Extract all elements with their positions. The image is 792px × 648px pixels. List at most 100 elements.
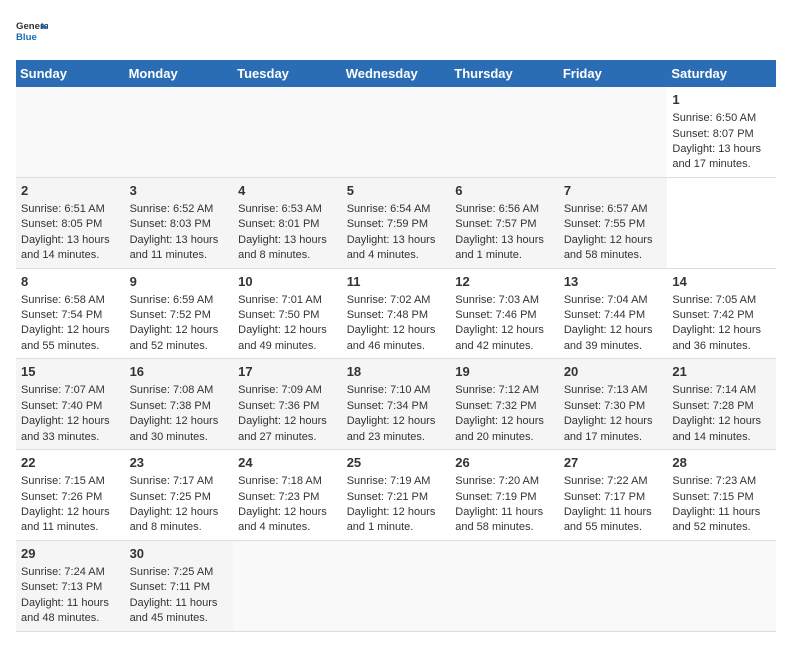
daylight-text: Daylight: 12 hours and 20 minutes. (455, 415, 544, 442)
calendar-cell: 24Sunrise: 7:18 AMSunset: 7:23 PMDayligh… (233, 450, 342, 541)
col-header-thursday: Thursday (450, 60, 559, 87)
calendar-cell: 7Sunrise: 6:57 AMSunset: 7:55 PMDaylight… (559, 177, 668, 268)
sunrise-text: Sunrise: 7:25 AM (130, 566, 214, 578)
col-header-wednesday: Wednesday (342, 60, 451, 87)
daylight-text: Daylight: 11 hours and 48 minutes. (21, 597, 109, 624)
sunset-text: Sunset: 7:23 PM (238, 491, 319, 503)
sunset-text: Sunset: 7:50 PM (238, 309, 319, 321)
sunrise-text: Sunrise: 7:05 AM (672, 294, 756, 306)
sunrise-text: Sunrise: 7:14 AM (672, 384, 756, 396)
sunset-text: Sunset: 7:44 PM (564, 309, 645, 321)
calendar-cell: 2Sunrise: 6:51 AMSunset: 8:05 PMDaylight… (16, 177, 125, 268)
calendar-cell: 3Sunrise: 6:52 AMSunset: 8:03 PMDaylight… (125, 177, 234, 268)
sunrise-text: Sunrise: 7:03 AM (455, 294, 539, 306)
calendar-cell: 27Sunrise: 7:22 AMSunset: 7:17 PMDayligh… (559, 450, 668, 541)
calendar-cell: 4Sunrise: 6:53 AMSunset: 8:01 PMDaylight… (233, 177, 342, 268)
sunset-text: Sunset: 8:05 PM (21, 218, 102, 230)
week-row-5: 22Sunrise: 7:15 AMSunset: 7:26 PMDayligh… (16, 450, 776, 541)
calendar-cell: 19Sunrise: 7:12 AMSunset: 7:32 PMDayligh… (450, 359, 559, 450)
sunrise-text: Sunrise: 7:07 AM (21, 384, 105, 396)
sunrise-text: Sunrise: 6:59 AM (130, 294, 214, 306)
daylight-text: Daylight: 12 hours and 1 minute. (347, 506, 436, 533)
sunrise-text: Sunrise: 7:12 AM (455, 384, 539, 396)
calendar-cell: 23Sunrise: 7:17 AMSunset: 7:25 PMDayligh… (125, 450, 234, 541)
day-number: 13 (564, 273, 663, 291)
daylight-text: Daylight: 12 hours and 8 minutes. (130, 506, 219, 533)
sunset-text: Sunset: 7:55 PM (564, 218, 645, 230)
daylight-text: Daylight: 12 hours and 39 minutes. (564, 324, 653, 351)
calendar-cell: 22Sunrise: 7:15 AMSunset: 7:26 PMDayligh… (16, 450, 125, 541)
svg-text:Blue: Blue (16, 32, 37, 43)
sunrise-text: Sunrise: 7:15 AM (21, 475, 105, 487)
sunset-text: Sunset: 7:40 PM (21, 400, 102, 412)
daylight-text: Daylight: 12 hours and 55 minutes. (21, 324, 110, 351)
day-number: 18 (347, 363, 446, 381)
sunrise-text: Sunrise: 7:19 AM (347, 475, 431, 487)
daylight-text: Daylight: 12 hours and 52 minutes. (130, 324, 219, 351)
sunset-text: Sunset: 7:34 PM (347, 400, 428, 412)
col-header-friday: Friday (559, 60, 668, 87)
calendar-cell: 14Sunrise: 7:05 AMSunset: 7:42 PMDayligh… (667, 268, 776, 359)
day-number: 29 (21, 545, 120, 563)
sunset-text: Sunset: 7:30 PM (564, 400, 645, 412)
calendar-cell (125, 87, 234, 177)
calendar-cell: 1Sunrise: 6:50 AMSunset: 8:07 PMDaylight… (667, 87, 776, 177)
sunrise-text: Sunrise: 6:54 AM (347, 203, 431, 215)
daylight-text: Daylight: 12 hours and 58 minutes. (564, 234, 653, 261)
calendar-cell: 29Sunrise: 7:24 AMSunset: 7:13 PMDayligh… (16, 540, 125, 631)
calendar-cell: 20Sunrise: 7:13 AMSunset: 7:30 PMDayligh… (559, 359, 668, 450)
sunset-text: Sunset: 7:54 PM (21, 309, 102, 321)
day-number: 20 (564, 363, 663, 381)
sunset-text: Sunset: 7:38 PM (130, 400, 211, 412)
sunset-text: Sunset: 7:48 PM (347, 309, 428, 321)
calendar-cell: 26Sunrise: 7:20 AMSunset: 7:19 PMDayligh… (450, 450, 559, 541)
calendar-cell: 30 Sunrise: 7:25 AM Sunset: 7:11 PM Dayligh… (125, 540, 234, 631)
daylight-text: Daylight: 13 hours and 1 minute. (455, 234, 544, 261)
day-number: 28 (672, 454, 771, 472)
calendar-cell: 10Sunrise: 7:01 AMSunset: 7:50 PMDayligh… (233, 268, 342, 359)
day-number: 22 (21, 454, 120, 472)
day-number: 17 (238, 363, 337, 381)
daylight-text: Daylight: 13 hours and 14 minutes. (21, 234, 110, 261)
sunset-text: Sunset: 7:11 PM (130, 581, 211, 593)
day-number: 10 (238, 273, 337, 291)
sunrise-text: Sunrise: 7:10 AM (347, 384, 431, 396)
day-number: 25 (347, 454, 446, 472)
day-number: 1 (672, 91, 771, 109)
day-number: 5 (347, 182, 446, 200)
daylight-text: Daylight: 12 hours and 11 minutes. (21, 506, 110, 533)
calendar-cell: 15Sunrise: 7:07 AMSunset: 7:40 PMDayligh… (16, 359, 125, 450)
col-header-monday: Monday (125, 60, 234, 87)
sunset-text: Sunset: 7:21 PM (347, 491, 428, 503)
sunrise-text: Sunrise: 7:01 AM (238, 294, 322, 306)
sunset-text: Sunset: 7:15 PM (672, 491, 753, 503)
week-row-4: 15Sunrise: 7:07 AMSunset: 7:40 PMDayligh… (16, 359, 776, 450)
calendar-cell (667, 540, 776, 631)
sunset-text: Sunset: 7:52 PM (130, 309, 211, 321)
daylight-text: Daylight: 12 hours and 17 minutes. (564, 415, 653, 442)
sunset-text: Sunset: 7:17 PM (564, 491, 645, 503)
calendar-cell: 12Sunrise: 7:03 AMSunset: 7:46 PMDayligh… (450, 268, 559, 359)
sunrise-text: Sunrise: 6:53 AM (238, 203, 322, 215)
daylight-text: Daylight: 12 hours and 14 minutes. (672, 415, 761, 442)
day-number: 16 (130, 363, 229, 381)
sunrise-text: Sunrise: 6:56 AM (455, 203, 539, 215)
calendar-table: SundayMondayTuesdayWednesdayThursdayFrid… (16, 60, 776, 632)
sunrise-text: Sunrise: 6:58 AM (21, 294, 105, 306)
col-header-tuesday: Tuesday (233, 60, 342, 87)
week-row-3: 8Sunrise: 6:58 AMSunset: 7:54 PMDaylight… (16, 268, 776, 359)
daylight-text: Daylight: 11 hours and 52 minutes. (672, 506, 760, 533)
day-number: 14 (672, 273, 771, 291)
calendar-cell: 17Sunrise: 7:09 AMSunset: 7:36 PMDayligh… (233, 359, 342, 450)
calendar-cell: 11Sunrise: 7:02 AMSunset: 7:48 PMDayligh… (342, 268, 451, 359)
week-row-1: 1Sunrise: 6:50 AMSunset: 8:07 PMDaylight… (16, 87, 776, 177)
daylight-text: Daylight: 11 hours and 45 minutes. (130, 597, 218, 624)
sunset-text: Sunset: 7:19 PM (455, 491, 536, 503)
calendar-cell: 16Sunrise: 7:08 AMSunset: 7:38 PMDayligh… (125, 359, 234, 450)
daylight-text: Daylight: 13 hours and 11 minutes. (130, 234, 219, 261)
day-number: 30 (130, 545, 229, 563)
sunset-text: Sunset: 7:57 PM (455, 218, 536, 230)
sunset-text: Sunset: 7:28 PM (672, 400, 753, 412)
daylight-text: Daylight: 13 hours and 4 minutes. (347, 234, 436, 261)
sunrise-text: Sunrise: 7:22 AM (564, 475, 648, 487)
